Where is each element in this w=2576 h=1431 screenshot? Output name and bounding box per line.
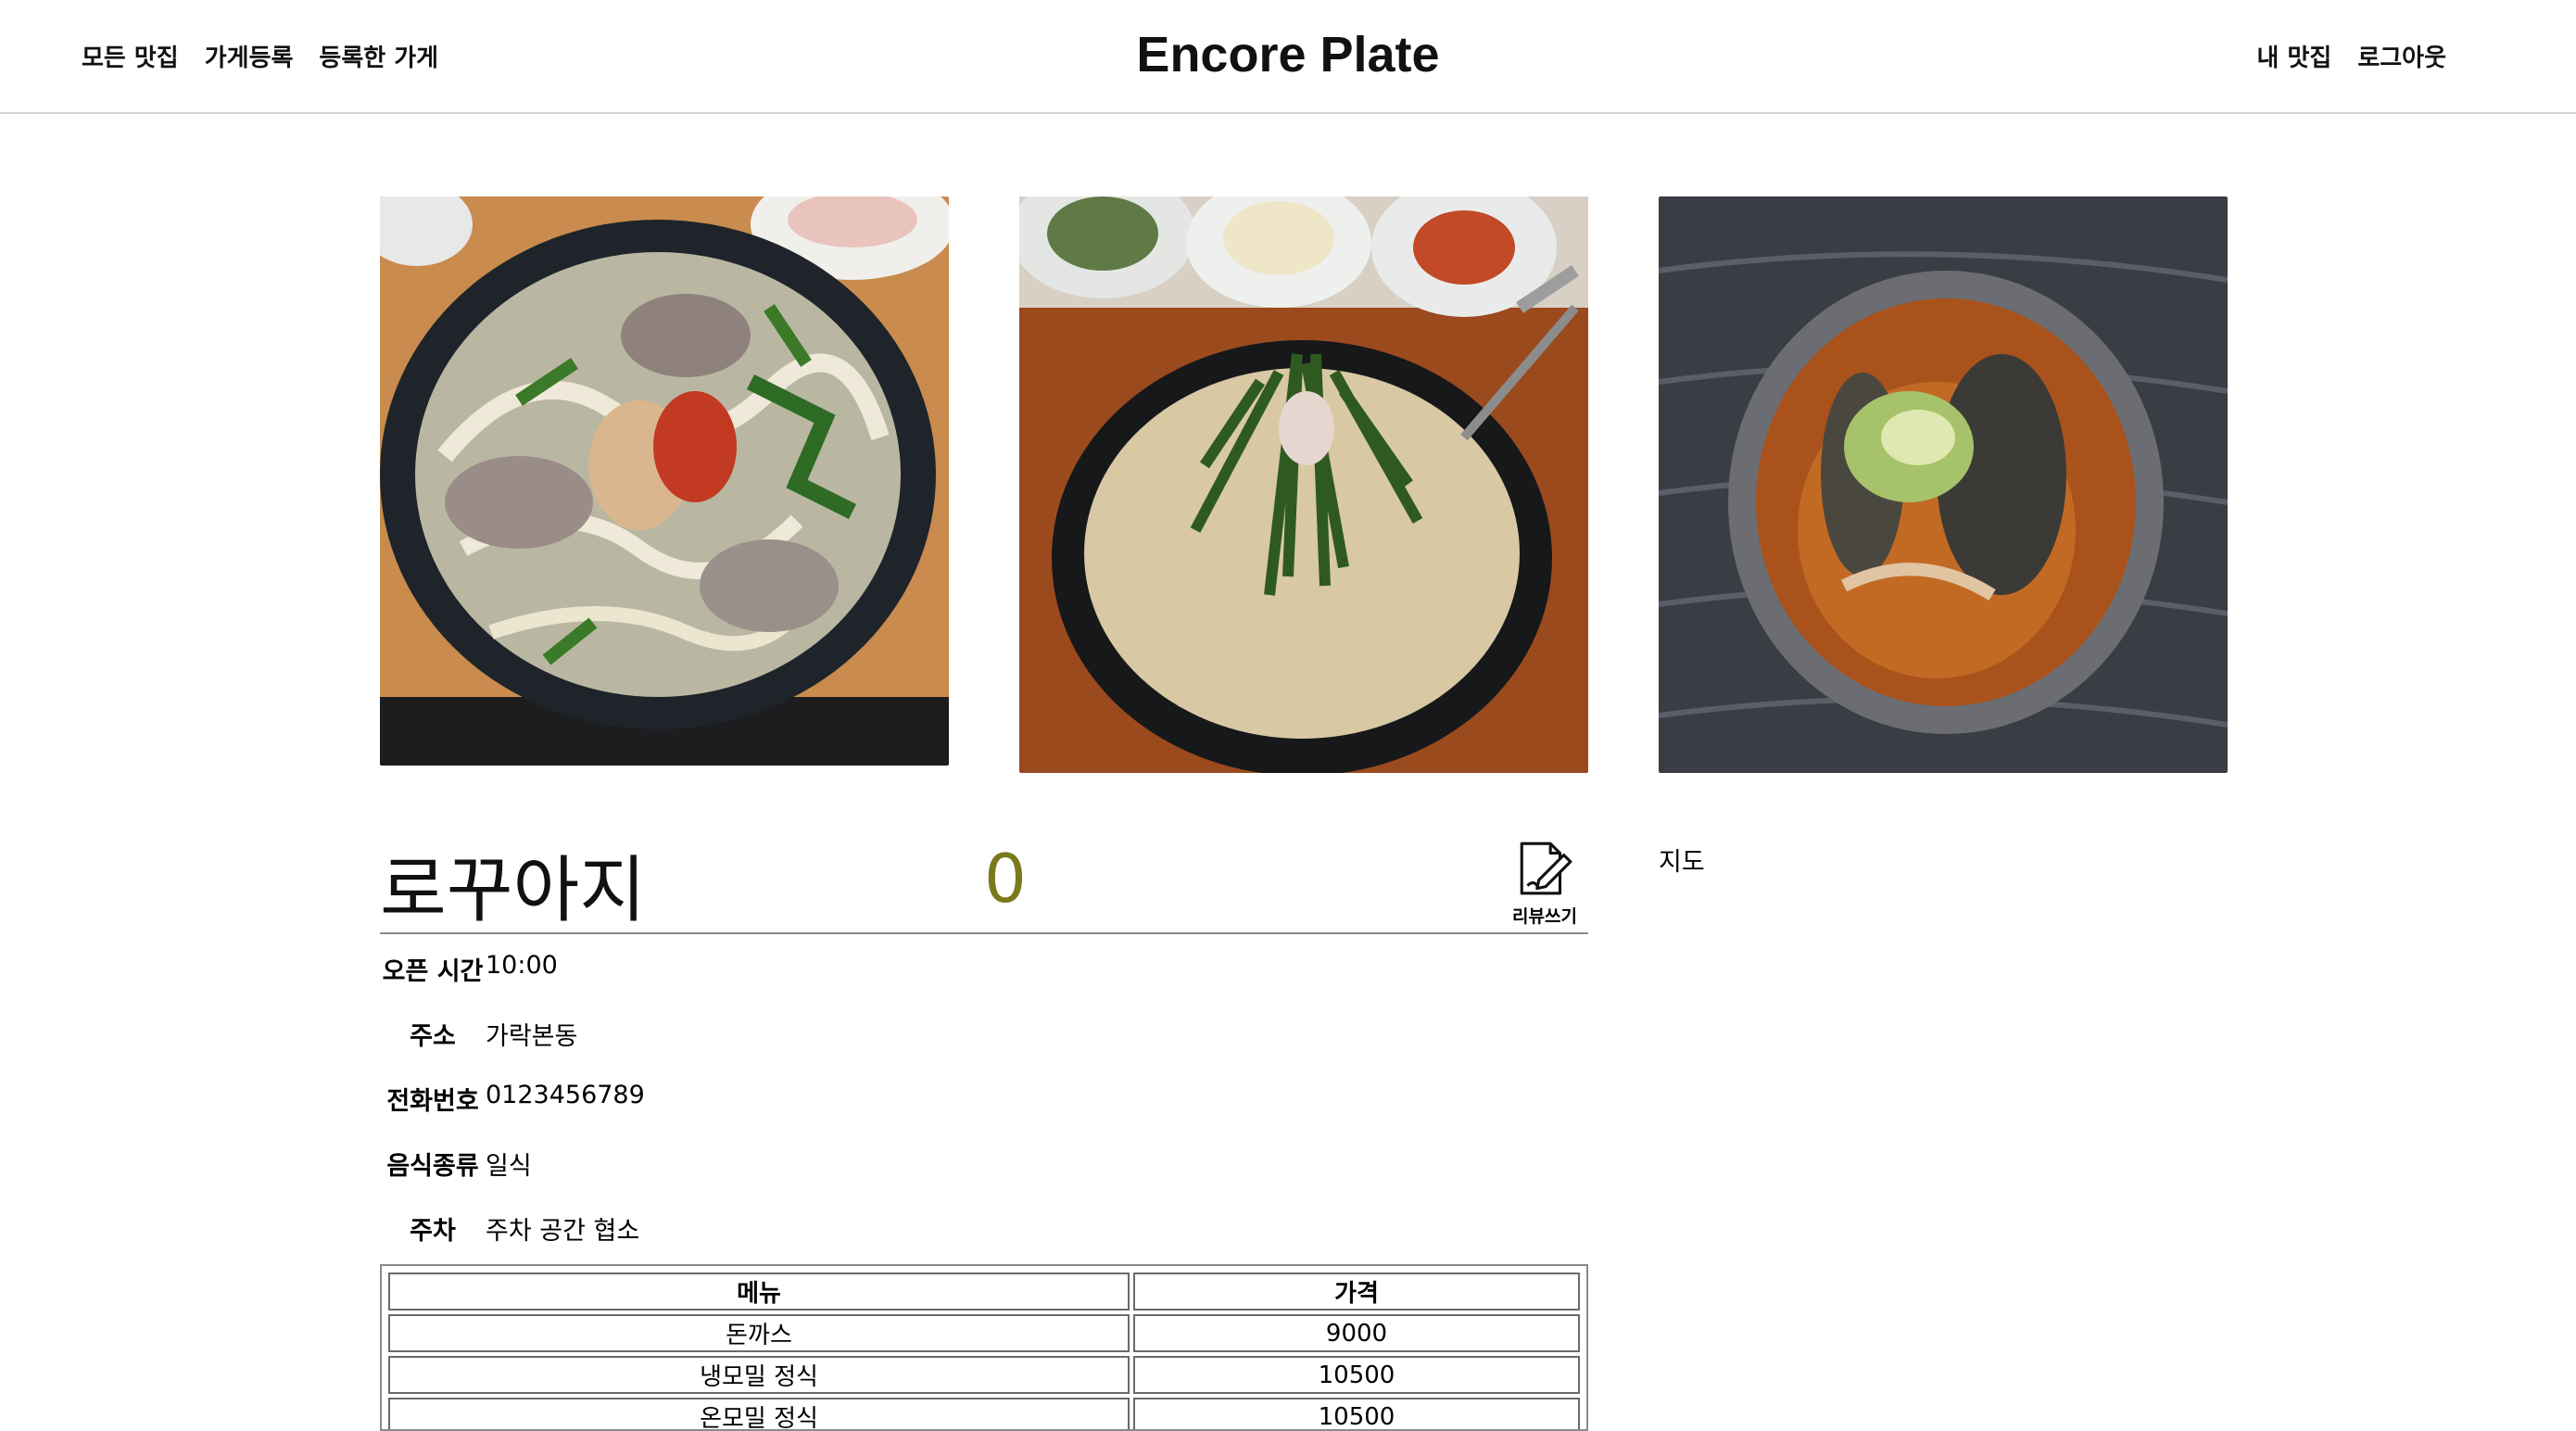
- phone-label: 전화번호: [386, 1087, 479, 1116]
- nav-all-restaurants-link[interactable]: 모든 맛집: [82, 39, 179, 73]
- parking-value: 주차 공간 협소: [486, 1217, 640, 1246]
- phone-value: 0123456789: [486, 1081, 645, 1109]
- open-time-value: 10:00: [486, 951, 558, 980]
- info-row-address: 주소 가락본동: [380, 1016, 577, 1052]
- table-row: 냉모밀 정식 10500: [388, 1356, 1580, 1394]
- store-name-heading: 로꾸아지: [380, 849, 647, 932]
- nav-left-group: 모든 맛집 가게등록 등록한 가게: [82, 39, 438, 73]
- table-row: 온모밀 정식 10500: [388, 1398, 1580, 1429]
- address-value: 가락본동: [486, 1022, 578, 1051]
- info-row-phone: 전화번호 0123456789: [380, 1081, 645, 1117]
- food-photo-2: [1019, 196, 1588, 773]
- menu-table-header-row: 메뉴 가격: [388, 1273, 1580, 1311]
- nav-my-favorites-link[interactable]: 내 맛집: [2257, 39, 2332, 73]
- menu-table: 메뉴 가격 돈까스 9000 냉모밀 정식 10500 온모밀 정식 10500: [385, 1269, 1584, 1429]
- menu-item-price: 9000: [1133, 1314, 1580, 1352]
- food-type-value: 일식: [486, 1152, 532, 1181]
- info-row-food-type: 음식종류 일식: [380, 1146, 532, 1182]
- menu-item-name: 온모밀 정식: [388, 1398, 1130, 1429]
- nav-register-store-link[interactable]: 가게등록: [205, 39, 294, 73]
- menu-table-container: 메뉴 가격 돈까스 9000 냉모밀 정식 10500 온모밀 정식 10500: [380, 1264, 1588, 1431]
- store-name-divider: [380, 932, 1588, 934]
- menu-item-name: 돈까스: [388, 1314, 1130, 1352]
- nav-logout-link[interactable]: 로그아웃: [2357, 39, 2446, 73]
- brand-logo[interactable]: Encore Plate: [1136, 26, 1439, 83]
- store-rating: 0: [984, 840, 1027, 918]
- top-navigation-bar: 모든 맛집 가게등록 등록한 가게 Encore Plate 내 맛집 로그아웃: [0, 0, 2576, 114]
- write-review-label: 리뷰쓰기: [1512, 906, 1577, 927]
- address-label: 주소: [410, 1022, 456, 1051]
- menu-item-name: 냉모밀 정식: [388, 1356, 1130, 1394]
- menu-column-header: 메뉴: [388, 1273, 1130, 1311]
- info-row-open-time: 오픈 시간 10:00: [380, 951, 558, 987]
- nav-my-stores-link[interactable]: 등록한 가게: [319, 39, 438, 73]
- price-column-header: 가격: [1133, 1273, 1580, 1311]
- nav-right-group: 내 맛집 로그아웃: [2257, 39, 2447, 73]
- open-time-label: 오픈 시간: [382, 957, 484, 986]
- parking-label: 주차: [410, 1217, 456, 1246]
- food-photo-1: [380, 196, 949, 766]
- write-review-button[interactable]: 리뷰쓰기: [1503, 838, 1586, 934]
- info-row-parking: 주차 주차 공간 협소: [380, 1210, 639, 1247]
- write-review-icon: [1520, 842, 1572, 895]
- food-photo-3: [1659, 196, 2228, 773]
- menu-item-price: 10500: [1133, 1398, 1580, 1429]
- table-row: 돈까스 9000: [388, 1314, 1580, 1352]
- menu-item-price: 10500: [1133, 1356, 1580, 1394]
- food-type-label: 음식종류: [386, 1152, 479, 1181]
- map-label: 지도: [1659, 848, 1705, 877]
